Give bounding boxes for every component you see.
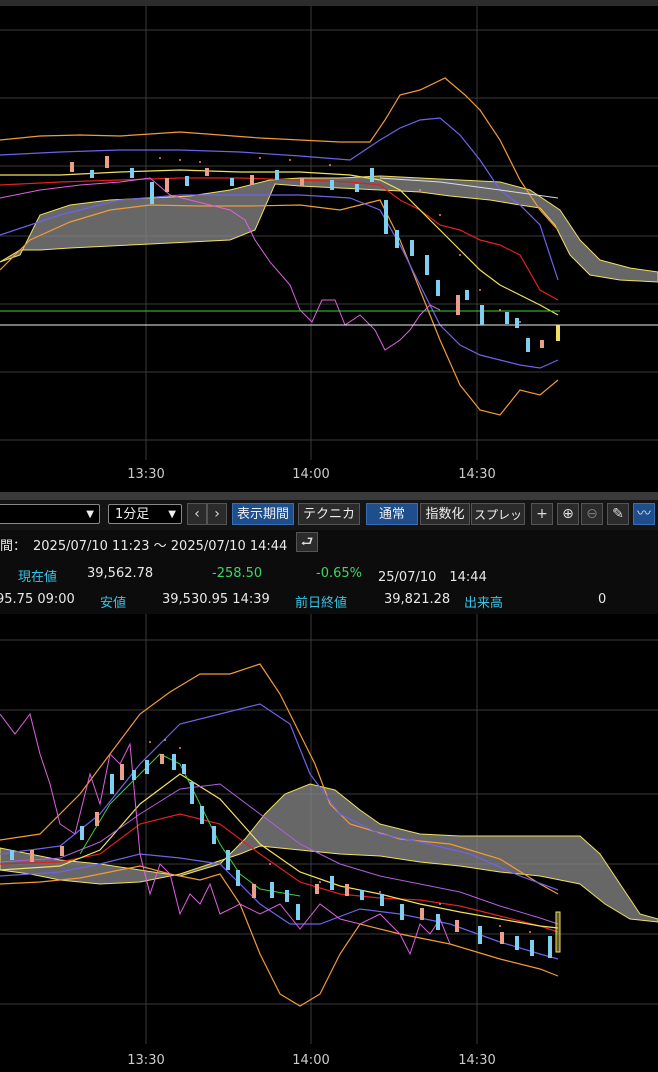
symbol-select[interactable]: ▼ xyxy=(0,504,100,524)
price-chart-bottom[interactable]: 13:30 14:00 14:30 xyxy=(0,614,658,1072)
dropdown-arrow-icon: ▼ xyxy=(86,509,94,520)
x-tick-label: 14:30 xyxy=(458,467,495,482)
interval-select[interactable]: 1分足 ▼ xyxy=(108,504,182,524)
price-chart-top[interactable]: 13:30 14:00 14:30 xyxy=(0,0,658,492)
normal-mode-button[interactable]: 通常 xyxy=(366,503,418,525)
return-icon[interactable]: ⮐ xyxy=(296,532,318,552)
technical-button[interactable]: テクニカル xyxy=(298,503,360,544)
current-price-value: 39,562.78 xyxy=(87,566,154,581)
prev-close-label: 前日終値 xyxy=(295,596,348,611)
current-price-label: 現在値 xyxy=(18,570,58,585)
period-value: 2025/07/10 11:23 ～ 2025/07/10 14:44 xyxy=(33,539,288,554)
low-value: 39,530.95 14:39 xyxy=(162,592,270,607)
pencil-icon[interactable]: ✎ xyxy=(607,503,629,525)
x-tick-label: 14:00 xyxy=(292,467,329,482)
period-button[interactable]: 表示期間 xyxy=(232,503,294,525)
line-chart-icon[interactable]: 〰 xyxy=(633,503,655,525)
chart-bottom-plot: 13:30 14:00 14:30 xyxy=(0,614,658,1068)
dropdown-arrow-icon: ▼ xyxy=(168,509,176,520)
high-value: 95.75 09:00 xyxy=(0,592,75,607)
pane-divider[interactable] xyxy=(0,492,658,500)
ichimoku-cloud xyxy=(0,175,658,283)
chevron-left-icon[interactable]: ‹ xyxy=(187,503,207,525)
x-tick-label: 14:30 xyxy=(458,1053,495,1068)
spread-mode-button[interactable]: スプレッド xyxy=(471,503,525,544)
zoom-out-icon[interactable]: ⊖ xyxy=(581,503,603,525)
crosshair-icon[interactable]: + xyxy=(531,503,553,525)
x-axis-top: 13:30 14:00 14:30 xyxy=(127,467,495,482)
zoom-in-icon[interactable]: ⊕ xyxy=(557,503,579,525)
x-tick-label: 13:30 xyxy=(127,1053,164,1068)
x-axis-bottom: 13:30 14:00 14:30 xyxy=(127,1053,495,1068)
interval-select-value: 1分足 xyxy=(115,507,150,522)
top-bar xyxy=(0,0,658,6)
ichimoku-cloud xyxy=(0,783,658,923)
bollinger-lower xyxy=(0,865,559,1007)
change-percent: -0.65% xyxy=(316,566,362,581)
change-value: -258.50 xyxy=(212,566,263,581)
period-label: 間： xyxy=(0,539,27,554)
x-tick-label: 14:00 xyxy=(292,1053,329,1068)
volume-value: 0 xyxy=(598,592,607,607)
prev-close-value: 39,821.28 xyxy=(384,592,451,607)
low-label: 安値 xyxy=(100,596,127,611)
chevron-right-icon[interactable]: › xyxy=(207,503,227,525)
chart-top-plot: 13:30 14:00 14:30 xyxy=(0,0,658,482)
x-tick-label: 13:30 xyxy=(127,467,164,482)
index-mode-button[interactable]: 指数化 xyxy=(420,503,470,525)
current-time: 25/07/10 14:44 xyxy=(378,570,487,585)
bollinger-upper-2 xyxy=(0,117,559,281)
volume-label: 出来高 xyxy=(464,596,504,611)
